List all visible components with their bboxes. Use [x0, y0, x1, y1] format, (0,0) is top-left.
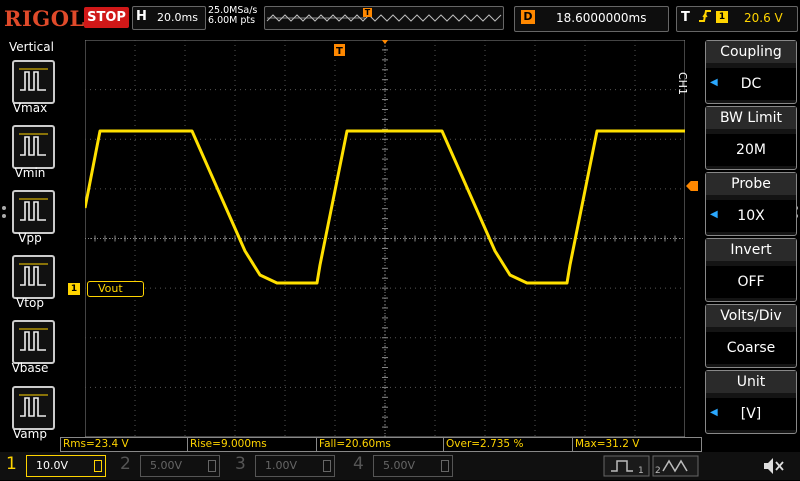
trigger-channel: 1 — [716, 11, 728, 23]
rising-edge-icon — [698, 8, 712, 28]
menu-value: 20M — [706, 134, 796, 166]
coupling-icon — [323, 460, 331, 472]
coupling-icon — [208, 460, 216, 472]
channel-4-number[interactable]: 4 — [353, 454, 364, 474]
svg-text:T: T — [336, 46, 343, 57]
speaker-mute-icon[interactable] — [762, 456, 786, 480]
measurement-item: Rms=23.4 V — [60, 437, 188, 452]
measure-vtop-button[interactable] — [12, 255, 55, 299]
measurement-item: Rise=9.000ms — [187, 437, 317, 452]
horizontal-label: H — [136, 9, 147, 24]
menu-volts-div-softkey[interactable]: Volts/Div Coarse — [705, 304, 797, 368]
left-panel-title: Vertical — [9, 40, 54, 54]
menu-value: OFF — [706, 266, 796, 298]
menu-title: Unit — [706, 371, 796, 393]
channel-3-number[interactable]: 3 — [235, 454, 246, 474]
panel-dot — [2, 206, 6, 210]
trigger-time-marker[interactable]: T — [334, 44, 345, 57]
channel-1-scale: 10.0V — [36, 459, 69, 472]
delay-value: 18.6000000ms — [556, 11, 647, 25]
channel-menu-label: CH1 — [676, 72, 689, 95]
channel-4-scale: 5.00V — [383, 459, 416, 472]
trigger-label: T — [681, 10, 690, 25]
measure-label: Vmax — [12, 101, 48, 115]
svg-text:2: 2 — [655, 466, 661, 476]
channel-1-number[interactable]: 1 — [6, 454, 17, 474]
acquisition-info: 25.0MSa/s 6.00M pts — [208, 6, 257, 26]
measure-label: Vpp — [18, 231, 42, 245]
menu-title: Invert — [706, 239, 796, 261]
trigger-level: 20.6 V — [744, 11, 783, 25]
menu-unit-softkey[interactable]: Unit [V] ◀ — [705, 370, 797, 434]
memory-depth: 6.00M pts — [208, 15, 256, 26]
menu-title: BW Limit — [706, 107, 796, 129]
measure-label: Vamp — [13, 427, 47, 441]
menu-bw-limit-softkey[interactable]: BW Limit 20M — [705, 106, 797, 170]
menu-value: Coarse — [706, 332, 796, 364]
measure-vamp-button[interactable] — [12, 386, 55, 430]
measure-label: Vbase — [11, 361, 49, 375]
channel-1-offset-marker[interactable]: 1 — [68, 283, 80, 295]
menu-probe-softkey[interactable]: Probe 10X ◀ — [705, 172, 797, 236]
trigger-level-marker[interactable] — [686, 181, 698, 191]
menu-value: DC — [706, 68, 796, 100]
channel-1-label[interactable]: Vout — [87, 281, 144, 297]
menu-title: Volts/Div — [706, 305, 796, 327]
run-stop-indicator[interactable]: STOP — [84, 7, 129, 28]
menu-invert-softkey[interactable]: Invert OFF — [705, 238, 797, 302]
knob-select-icon: ◀ — [710, 77, 718, 88]
menu-value: 10X — [706, 200, 796, 232]
measurement-item: Fall=20.60ms — [316, 437, 444, 452]
measure-vmax-button[interactable] — [12, 60, 55, 104]
channel-2-number[interactable]: 2 — [120, 454, 131, 474]
panel-dot — [2, 214, 6, 218]
measure-label: Vtop — [16, 296, 44, 310]
knob-select-icon: ◀ — [710, 209, 718, 220]
menu-title: Coupling — [706, 41, 796, 63]
svg-text:1: 1 — [638, 466, 644, 476]
measure-vmin-button[interactable] — [12, 125, 55, 169]
measure-vbase-button[interactable] — [12, 320, 55, 364]
memory-position-bar — [264, 6, 504, 30]
channel-3-scale: 1.00V — [265, 459, 298, 472]
measurement-item: Max=31.2 V — [572, 437, 702, 452]
memory-waveform-icon — [266, 14, 502, 22]
coupling-icon — [94, 460, 102, 472]
channel-2-scale: 5.00V — [150, 459, 183, 472]
measurement-item: Over=2.735 % — [443, 437, 573, 452]
measure-vpp-button[interactable] — [12, 190, 55, 234]
menu-value: [V] — [706, 398, 796, 430]
coupling-icon — [441, 460, 449, 472]
delay-label: D — [521, 10, 535, 24]
waveform-display[interactable]: T — [85, 40, 685, 437]
math-decode-buttons[interactable]: 1 2 — [603, 455, 699, 477]
menu-title: Probe — [706, 173, 796, 195]
trigger-position-marker: T — [363, 8, 372, 17]
menu-coupling-softkey[interactable]: Coupling DC ◀ — [705, 40, 797, 104]
timebase-value: 20.0ms — [157, 11, 198, 24]
knob-select-icon: ◀ — [710, 407, 718, 418]
rigol-logo: RIGOL — [4, 6, 85, 31]
measure-label: Vmin — [14, 166, 46, 180]
